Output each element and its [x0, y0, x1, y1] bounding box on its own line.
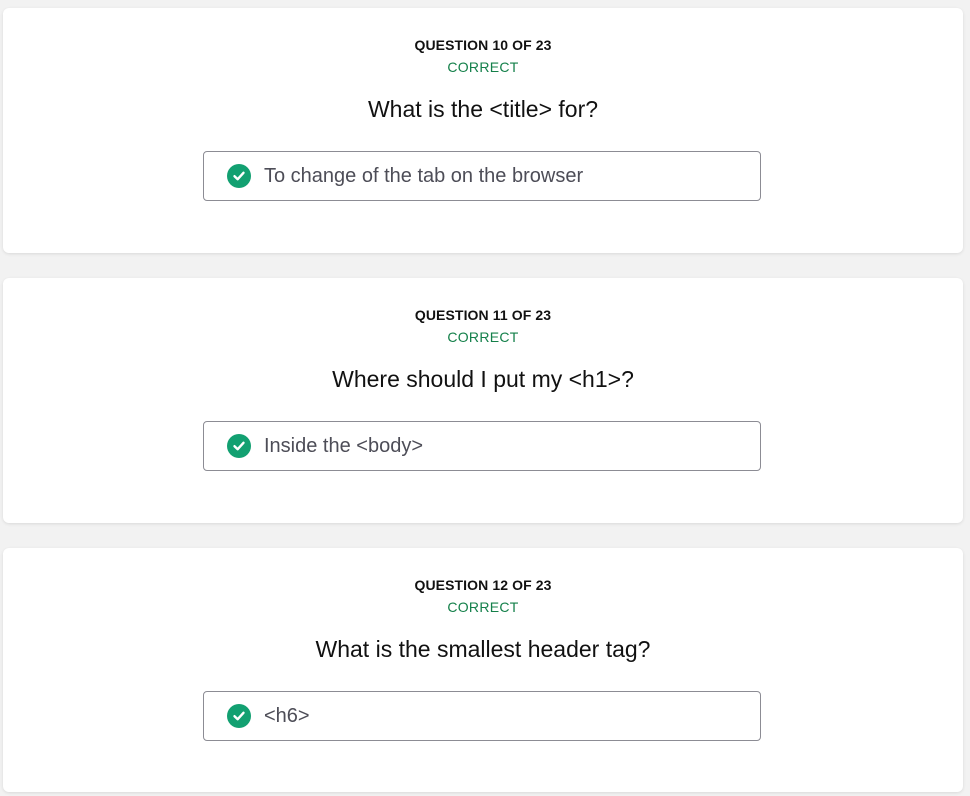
check-circle-icon	[227, 164, 251, 188]
check-circle-icon	[227, 704, 251, 728]
result-status: CORRECT	[447, 599, 519, 615]
check-circle-icon	[227, 434, 251, 458]
selected-answer[interactable]: Inside the <body>	[203, 421, 761, 471]
question-number: QUESTION 10 OF 23	[414, 37, 552, 53]
answer-text: Inside the <body>	[264, 435, 424, 457]
question-number: QUESTION 11 OF 23	[414, 307, 552, 323]
result-status: CORRECT	[447, 329, 519, 345]
question-text: Where should I put my <h1>?	[332, 366, 634, 392]
selected-answer[interactable]: To change of the tab on the browser	[203, 151, 761, 201]
question-card: QUESTION 12 OF 23 CORRECT What is the sm…	[3, 548, 963, 792]
question-card: QUESTION 10 OF 23 CORRECT What is the <t…	[3, 8, 963, 253]
question-text: What is the smallest header tag?	[315, 636, 651, 662]
result-status: CORRECT	[447, 59, 519, 75]
answer-text: <h6>	[264, 705, 310, 727]
question-number: QUESTION 12 OF 23	[414, 577, 552, 593]
question-text: What is the <title> for?	[367, 96, 599, 122]
selected-answer[interactable]: <h6>	[203, 691, 761, 741]
question-card: QUESTION 11 OF 23 CORRECT Where should I…	[3, 278, 963, 523]
answer-text: To change of the tab on the browser	[264, 165, 584, 187]
